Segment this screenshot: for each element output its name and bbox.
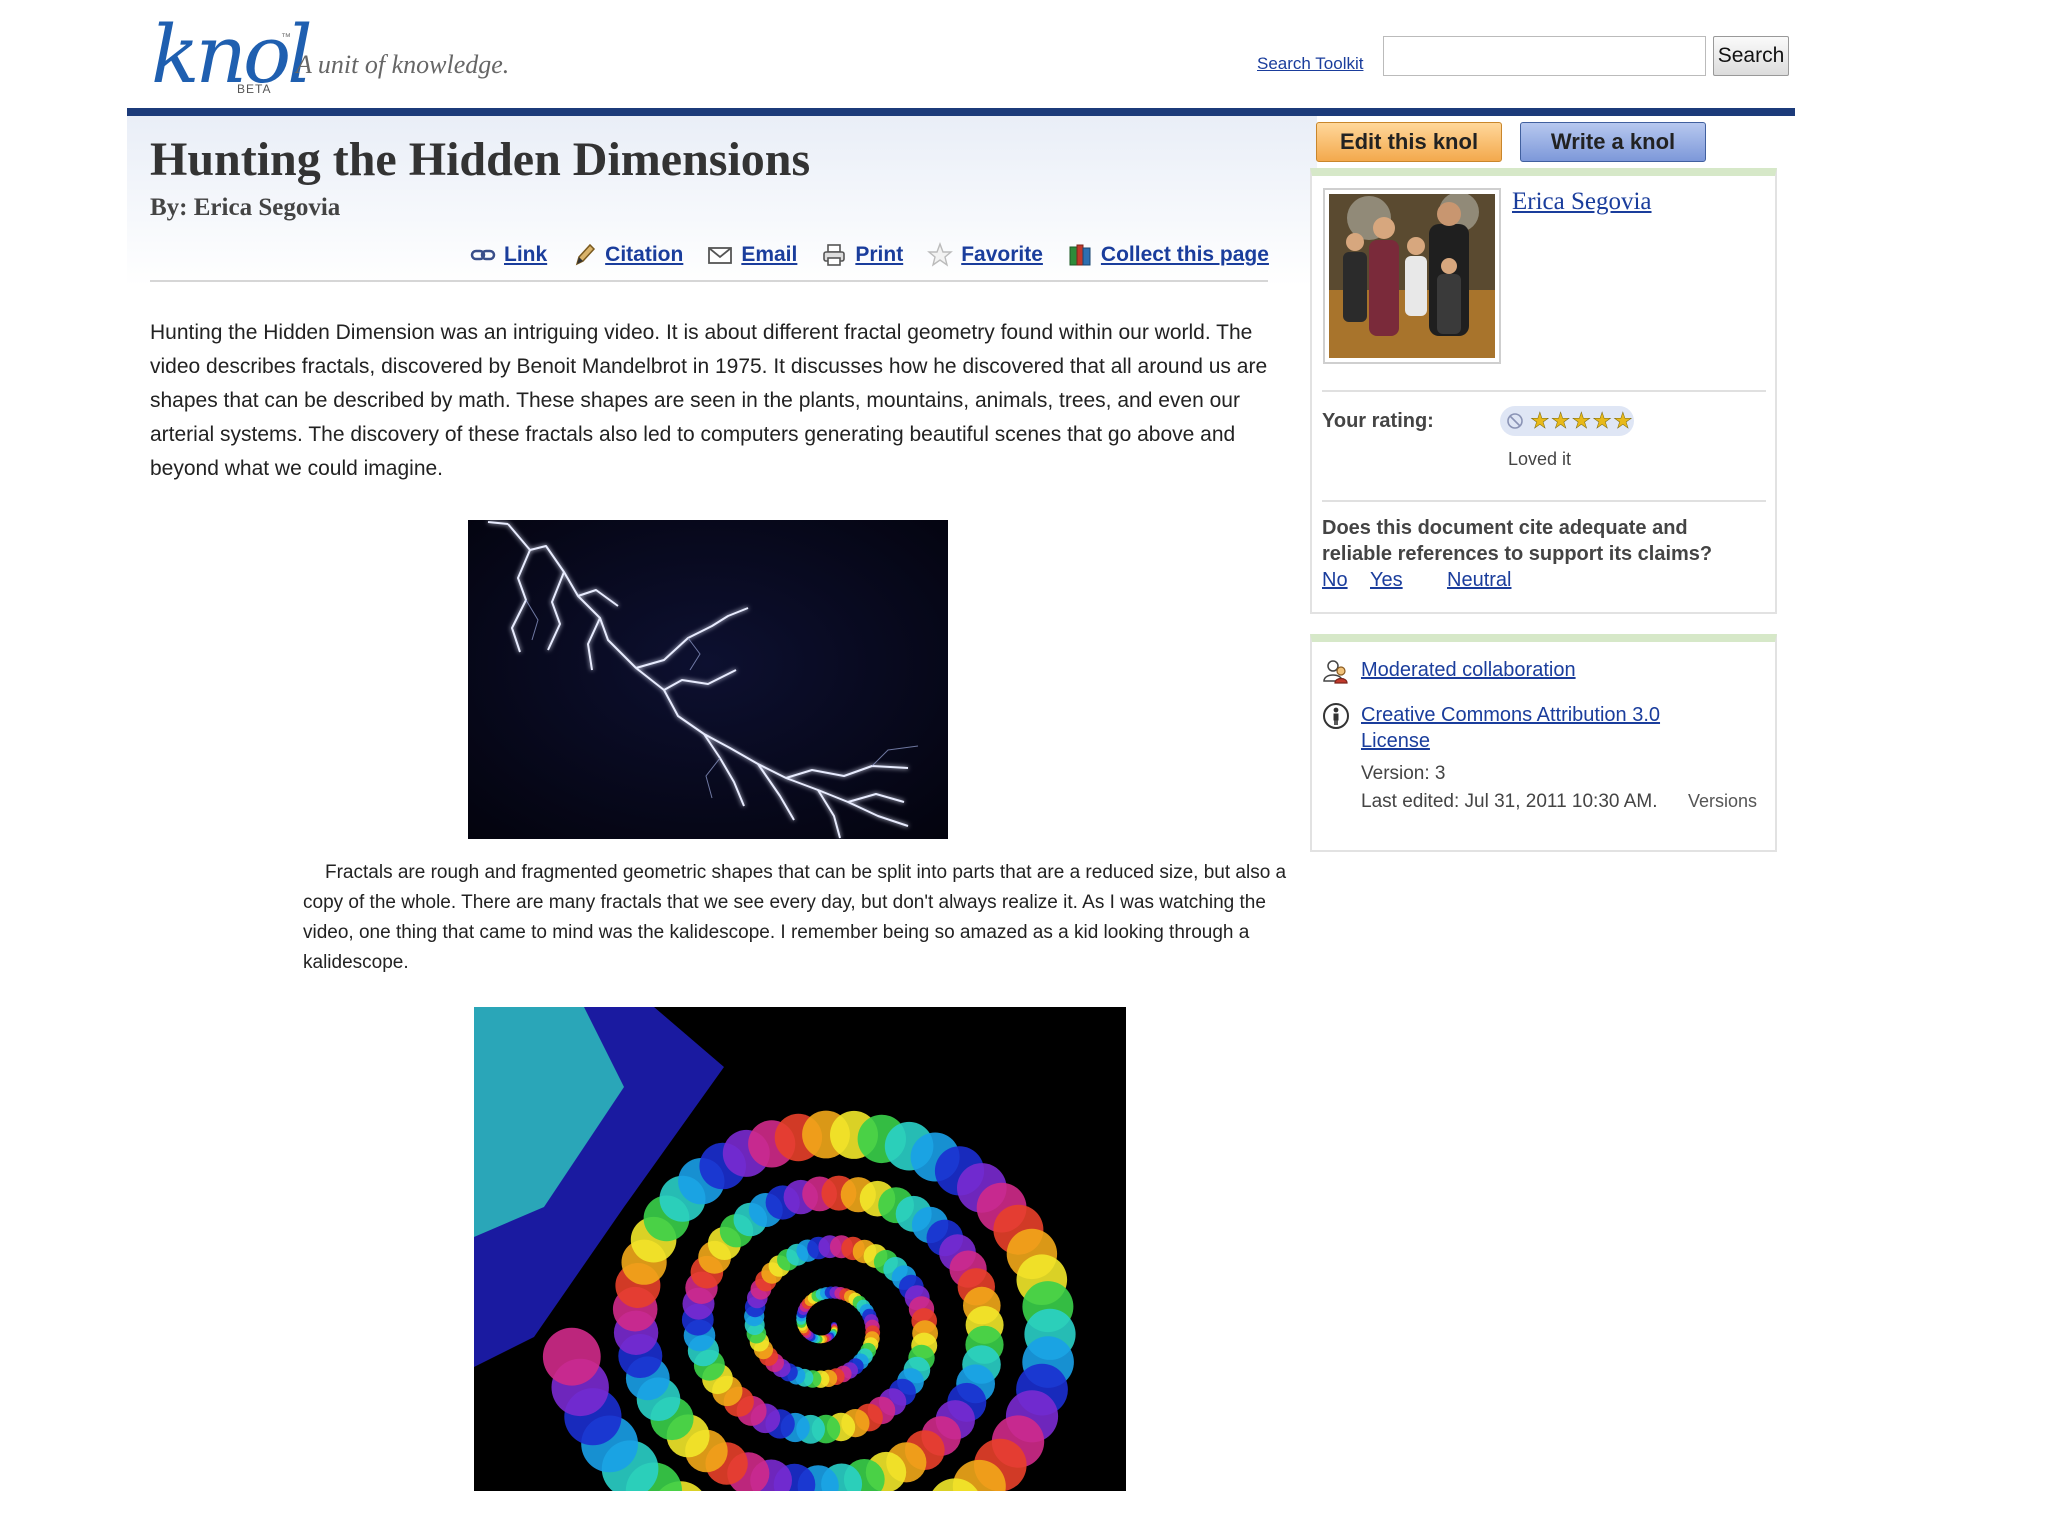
header-divider: [150, 280, 1268, 282]
article-paragraph-2: Fractals are rough and fragmented geomet…: [303, 862, 1287, 973]
rating-star-icon[interactable]: ★: [1592, 409, 1612, 432]
star-rating[interactable]: ★ ★ ★ ★ ★: [1500, 406, 1634, 436]
rating-caption: Loved it: [1508, 449, 1572, 469]
page-title: Hunting the Hidden Dimensions: [150, 133, 811, 186]
people-icon: [1323, 660, 1348, 684]
references-no-link[interactable]: No: [1322, 569, 1348, 592]
logo-beta-label: BETA: [237, 82, 272, 96]
printer-icon: [823, 244, 846, 266]
spiral-fractal-image: [474, 1007, 1126, 1536]
references-neutral-link[interactable]: Neutral: [1447, 569, 1511, 592]
lightning-fractal-image: [468, 520, 948, 839]
citation-label: Citation: [605, 243, 684, 266]
knol-logo[interactable]: knol ™ BETA: [151, 8, 313, 101]
pen-icon: [575, 243, 596, 266]
version-number: Version: 3: [1361, 763, 1446, 784]
books-icon: [1069, 244, 1091, 266]
header-bar: [127, 108, 1795, 116]
search-toolkit-link[interactable]: Search Toolkit: [1257, 54, 1363, 74]
star-icon: [927, 242, 954, 267]
favorite-label: Favorite: [961, 243, 1043, 266]
spiral-segment: [542, 1327, 601, 1386]
search-button[interactable]: Search: [1713, 36, 1789, 76]
rating-label: Your rating:: [1322, 410, 1434, 432]
link-button[interactable]: Link: [470, 242, 547, 268]
email-button[interactable]: Email: [707, 242, 797, 268]
logo-text: knol: [151, 8, 313, 101]
envelope-icon: [708, 247, 733, 264]
rating-star-icon[interactable]: ★: [1613, 409, 1633, 432]
no-rating-icon[interactable]: [1506, 412, 1524, 430]
collect-label: Collect this page: [1100, 243, 1269, 266]
email-label: Email: [741, 243, 798, 266]
tagline: A unit of knowledge.: [296, 50, 510, 79]
panel-divider: [1322, 500, 1766, 502]
creative-commons-icon: [1323, 703, 1349, 729]
chain-link-icon: [470, 249, 496, 261]
edit-knol-button[interactable]: Edit this knol: [1316, 122, 1502, 162]
collect-page-button[interactable]: Collect this page: [1067, 242, 1269, 268]
logo-trademark: ™: [281, 32, 291, 43]
versions-link[interactable]: Versions: [1688, 791, 1757, 812]
panel-divider: [1322, 390, 1766, 392]
rating-star-icon[interactable]: ★: [1550, 409, 1570, 432]
favorite-button[interactable]: Favorite: [927, 242, 1043, 268]
rating-star-icon[interactable]: ★: [1571, 409, 1591, 432]
search-input[interactable]: [1383, 36, 1706, 76]
rating-star-icon[interactable]: ★: [1530, 409, 1550, 432]
references-question: Does this document cite adequate and rel…: [1322, 517, 1713, 565]
last-edited-timestamp: Last edited: Jul 31, 2011 10:30 AM.: [1361, 791, 1658, 812]
author-name-link[interactable]: Erica Segovia: [1512, 188, 1652, 216]
creative-commons-license-link[interactable]: Creative Commons Attribution 3.0 License: [1361, 702, 1681, 754]
link-label: Link: [504, 243, 548, 266]
article-paragraph-1: Hunting the Hidden Dimension was an intr…: [150, 321, 1268, 480]
print-button[interactable]: Print: [821, 242, 903, 268]
print-label: Print: [855, 243, 904, 266]
citation-button[interactable]: Citation: [571, 242, 683, 268]
author-photo[interactable]: [1323, 188, 1501, 364]
write-knol-button[interactable]: Write a knol: [1520, 122, 1706, 162]
article-toolbar: Link Citation Email Print Favorite Colle…: [470, 240, 1269, 270]
references-yes-link[interactable]: Yes: [1370, 569, 1403, 592]
moderated-collaboration-link[interactable]: Moderated collaboration: [1361, 659, 1576, 682]
stars-container: ★ ★ ★ ★ ★: [1530, 409, 1633, 432]
author-byline: By: Erica Segovia: [150, 194, 341, 221]
